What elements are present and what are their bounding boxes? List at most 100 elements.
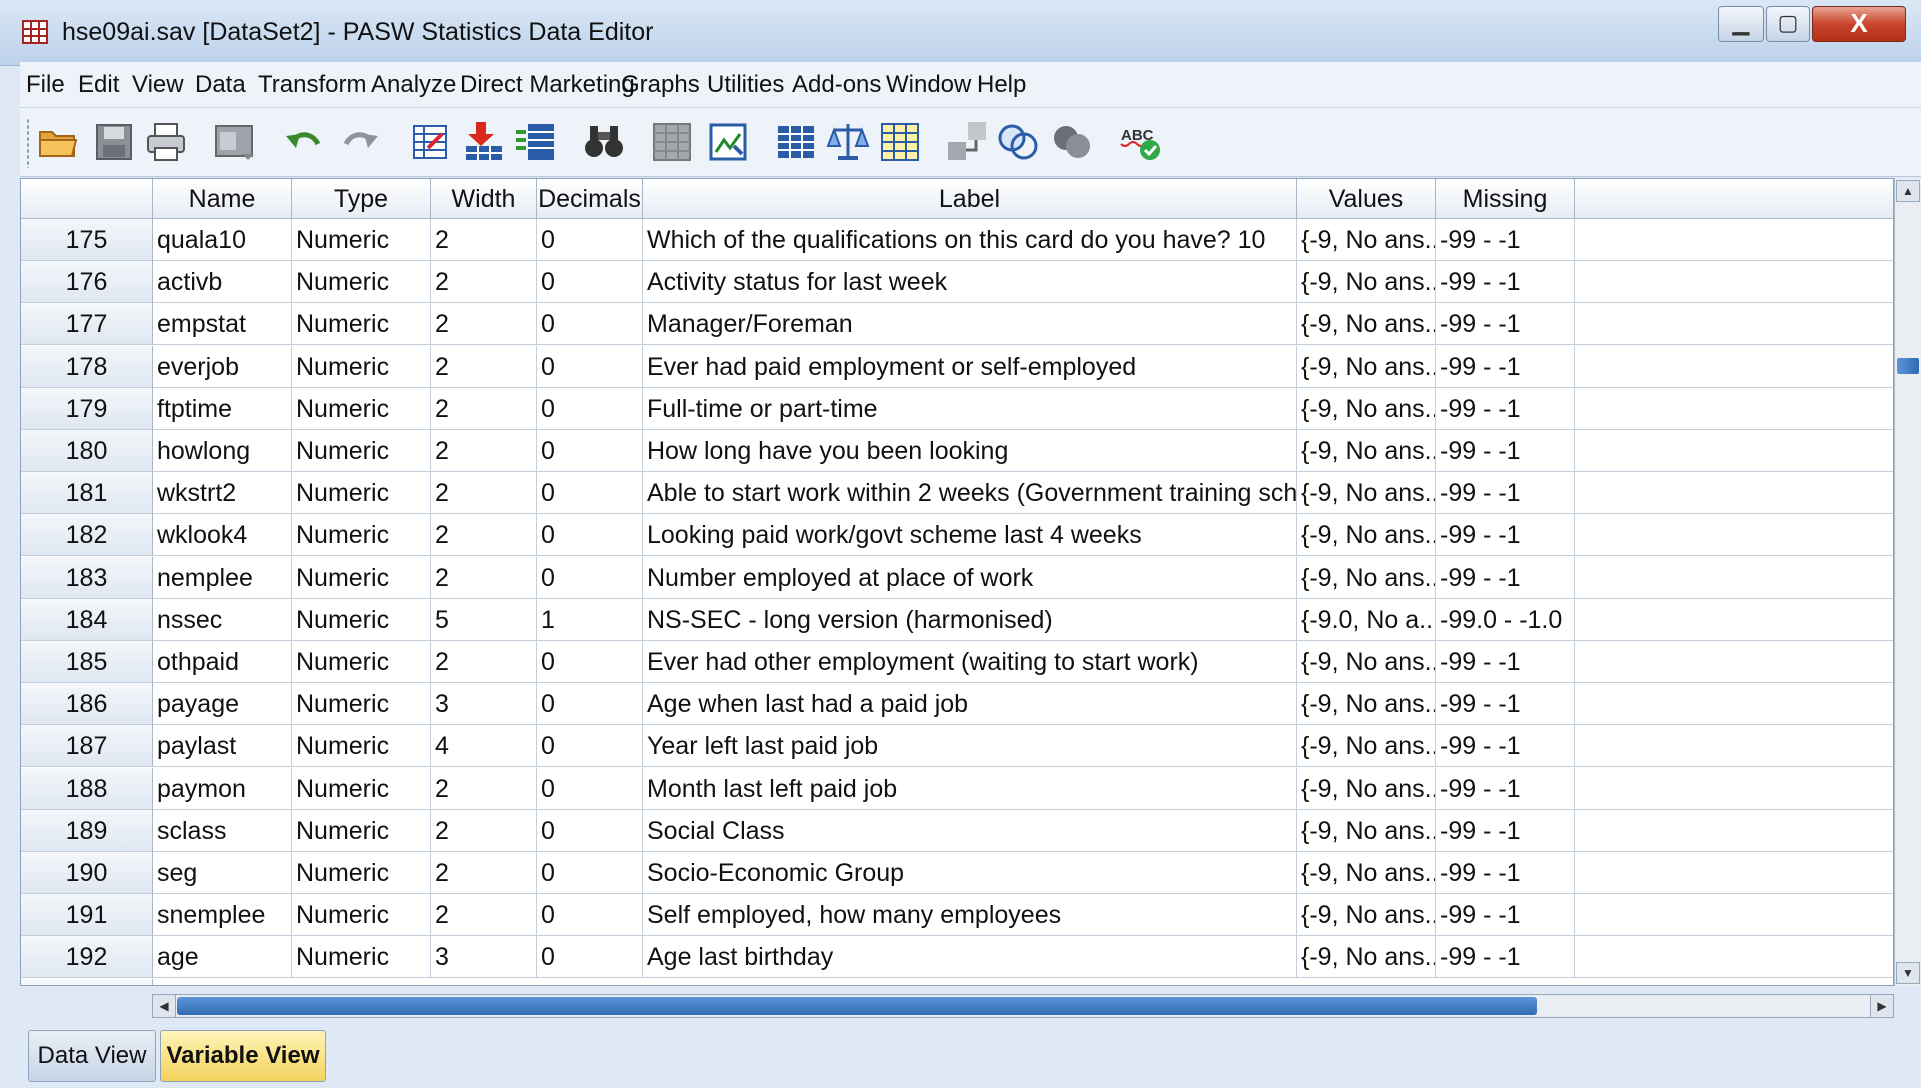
menu-utilities[interactable]: Utilities	[707, 71, 784, 99]
vertical-scrollbar[interactable]: ▲ ▼	[1894, 178, 1921, 986]
cell-type[interactable]: Numeric	[292, 430, 431, 472]
cell-label[interactable]: Age when last had a paid job	[643, 683, 1297, 725]
cell-decimals[interactable]: 0	[537, 219, 643, 261]
cell-missing[interactable]: -99 - -1	[1436, 261, 1575, 303]
corner-header[interactable]	[21, 179, 153, 219]
cell-empty[interactable]	[1575, 852, 1893, 894]
value-labels-icon[interactable]	[946, 120, 990, 164]
cell-missing[interactable]: -99 - -1	[1436, 514, 1575, 556]
save-icon[interactable]	[92, 120, 136, 164]
cell-name[interactable]: ftptime	[153, 388, 292, 430]
row-header[interactable]: 179	[21, 388, 153, 430]
minimize-button[interactable]: ▁	[1718, 6, 1764, 42]
cell-decimals[interactable]: 0	[537, 261, 643, 303]
cell-values[interactable]: {-9, No ans...	[1297, 261, 1436, 303]
cell-label[interactable]: Manager/Foreman	[643, 303, 1297, 345]
cell-decimals[interactable]: 0	[537, 768, 643, 810]
cell-decimals[interactable]: 0	[537, 303, 643, 345]
cell-type[interactable]: Numeric	[292, 219, 431, 261]
cell-values[interactable]: {-9, No ans...	[1297, 219, 1436, 261]
cell-type[interactable]: Numeric	[292, 936, 431, 978]
use-sets-icon[interactable]	[996, 120, 1040, 164]
row-header[interactable]: 180	[21, 430, 153, 472]
row-header[interactable]: 191	[21, 894, 153, 936]
vertical-scroll-thumb[interactable]	[1897, 358, 1919, 374]
cell-decimals[interactable]: 0	[537, 557, 643, 599]
cell-missing[interactable]: -99 - -1	[1436, 430, 1575, 472]
row-header[interactable]: 188	[21, 768, 153, 810]
cell-name[interactable]: nemplee	[153, 557, 292, 599]
row-header[interactable]: 178	[21, 346, 153, 388]
print-icon[interactable]	[144, 120, 188, 164]
cell-type[interactable]: Numeric	[292, 388, 431, 430]
cell-missing[interactable]: -99 - -1	[1436, 810, 1575, 852]
menu-direct-marketing[interactable]: Direct Marketing	[460, 71, 635, 99]
cell-label[interactable]: Year left last paid job	[643, 725, 1297, 767]
cell-name[interactable]: sclass	[153, 810, 292, 852]
cell-width[interactable]: 2	[431, 346, 537, 388]
cell-decimals[interactable]: 0	[537, 472, 643, 514]
column-header-name[interactable]: Name	[153, 179, 292, 219]
row-header[interactable]: 177	[21, 303, 153, 345]
cell-width[interactable]: 2	[431, 430, 537, 472]
tab-data-view[interactable]: Data View	[28, 1030, 156, 1082]
cell-label[interactable]: Looking paid work/govt scheme last 4 wee…	[643, 514, 1297, 556]
cell-missing[interactable]: -99 - -1	[1436, 894, 1575, 936]
cell-decimals[interactable]: 0	[537, 894, 643, 936]
cell-label[interactable]: Activity status for last week	[643, 261, 1297, 303]
cell-width[interactable]: 2	[431, 641, 537, 683]
cell-decimals[interactable]: 0	[537, 514, 643, 556]
row-header[interactable]: 187	[21, 725, 153, 767]
cell-empty[interactable]	[1575, 514, 1893, 556]
row-header[interactable]: 190	[21, 852, 153, 894]
cell-label[interactable]: Age last birthday	[643, 936, 1297, 978]
cell-empty[interactable]	[1575, 599, 1893, 641]
insert-cases-icon[interactable]	[650, 120, 694, 164]
cell-label[interactable]: Month last left paid job	[643, 768, 1297, 810]
cell-label[interactable]: Social Class	[643, 810, 1297, 852]
cell-values[interactable]: {-9, No ans...	[1297, 683, 1436, 725]
menu-edit[interactable]: Edit	[78, 71, 119, 99]
menu-window[interactable]: Window	[886, 71, 971, 99]
cell-name[interactable]: snemplee	[153, 894, 292, 936]
menu-view[interactable]: View	[132, 71, 184, 99]
cell-empty[interactable]	[1575, 810, 1893, 852]
cell-values[interactable]: {-9, No ans...	[1297, 894, 1436, 936]
scroll-down-button[interactable]: ▼	[1896, 962, 1920, 984]
cell-values[interactable]: {-9, No ans...	[1297, 768, 1436, 810]
cell-label[interactable]: Self employed, how many employees	[643, 894, 1297, 936]
row-header[interactable]: 192	[21, 936, 153, 978]
cell-label[interactable]: How long have you been looking	[643, 430, 1297, 472]
menu-graphs[interactable]: Graphs	[621, 71, 700, 99]
cell-type[interactable]: Numeric	[292, 557, 431, 599]
cell-decimals[interactable]: 1	[537, 599, 643, 641]
horizontal-scrollbar[interactable]: ◀ ▶	[152, 994, 1894, 1018]
scroll-right-button[interactable]: ▶	[1870, 995, 1893, 1017]
open-folder-icon[interactable]	[36, 120, 80, 164]
cell-missing[interactable]: -99 - -1	[1436, 346, 1575, 388]
menu-file[interactable]: File	[26, 71, 65, 99]
cell-missing[interactable]: -99 - -1	[1436, 641, 1575, 683]
cell-type[interactable]: Numeric	[292, 683, 431, 725]
cell-empty[interactable]	[1575, 641, 1893, 683]
cell-empty[interactable]	[1575, 219, 1893, 261]
cell-type[interactable]: Numeric	[292, 641, 431, 683]
cell-width[interactable]: 3	[431, 936, 537, 978]
cell-width[interactable]: 4	[431, 725, 537, 767]
toolbar-grip[interactable]	[26, 118, 30, 168]
cell-width[interactable]: 3	[431, 683, 537, 725]
cell-missing[interactable]: -99 - -1	[1436, 472, 1575, 514]
cell-width[interactable]: 2	[431, 388, 537, 430]
cell-values[interactable]: {-9, No ans...	[1297, 472, 1436, 514]
split-file-icon[interactable]	[774, 120, 818, 164]
dialog-recall-icon[interactable]	[212, 120, 256, 164]
cell-empty[interactable]	[1575, 768, 1893, 810]
cell-type[interactable]: Numeric	[292, 514, 431, 556]
cell-name[interactable]: wklook4	[153, 514, 292, 556]
cell-width[interactable]: 2	[431, 261, 537, 303]
cell-name[interactable]: age	[153, 936, 292, 978]
cell-values[interactable]: {-9, No ans...	[1297, 725, 1436, 767]
cell-empty[interactable]	[1575, 261, 1893, 303]
show-all-variables-icon[interactable]	[1050, 120, 1094, 164]
cell-label[interactable]: Socio-Economic Group	[643, 852, 1297, 894]
